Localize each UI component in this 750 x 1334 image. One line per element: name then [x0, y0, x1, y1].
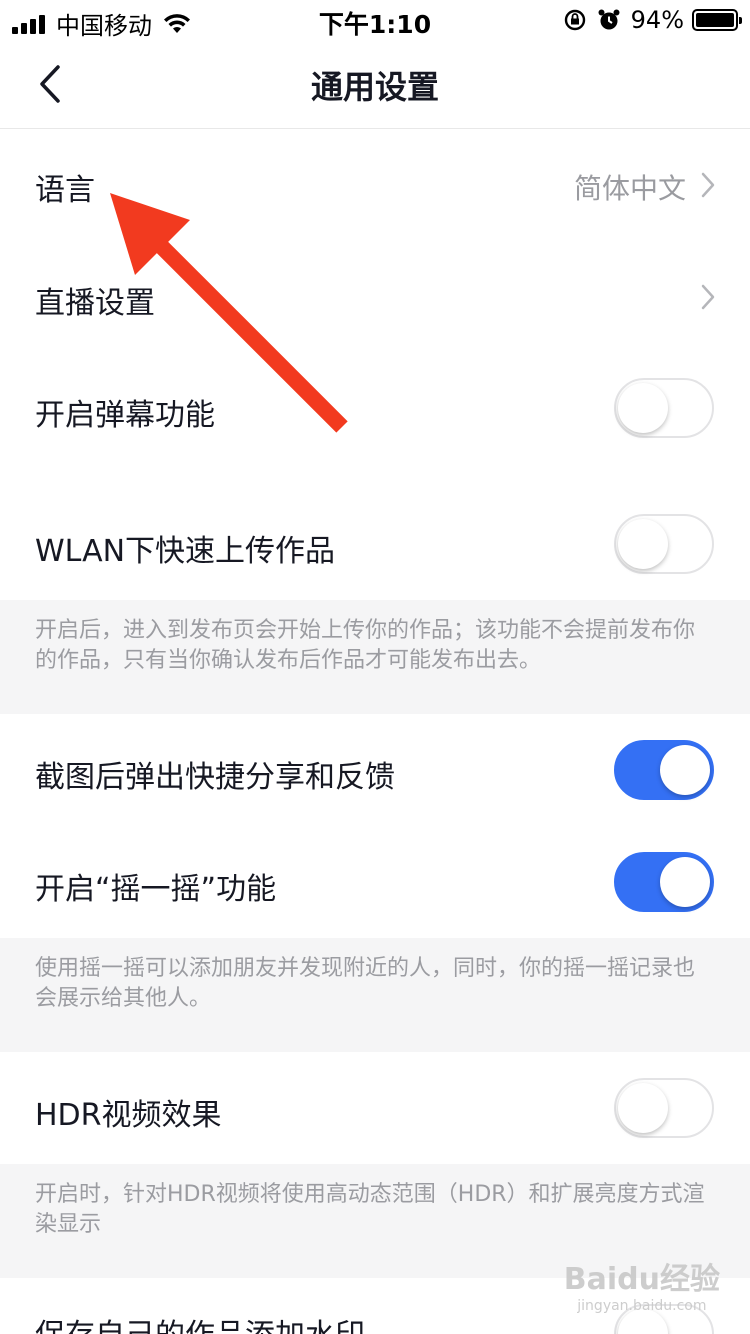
setting-label: WLAN下快速上传作品 — [35, 534, 336, 569]
danmaku-toggle[interactable] — [614, 378, 714, 438]
watermark-url: jingyan.baidu.com — [577, 1298, 707, 1314]
language-value: 简体中文 — [573, 172, 686, 205]
setting-row-shake: 开启“摇一摇”功能 — [0, 826, 750, 938]
status-right: 94% — [563, 6, 742, 34]
wlan-note: 开启后，进入到发布页会开始上传你的作品；该功能不会提前发布你的作品，只有当你确认… — [0, 600, 750, 714]
setting-label: 截图后弹出快捷分享和反馈 — [35, 760, 395, 795]
baidu-watermark: Baidu经验 jingyan.baidu.com — [564, 1254, 720, 1314]
setting-row-wlan-upload: WLAN下快速上传作品 — [0, 464, 750, 600]
setting-label: 语言 — [35, 173, 95, 208]
nav-bar: 通用设置 — [0, 40, 750, 129]
screenshot-share-toggle[interactable] — [614, 740, 714, 800]
chevron-right-icon — [701, 172, 715, 198]
battery-percent: 94% — [630, 6, 684, 34]
annotation-arrow-icon — [110, 193, 348, 433]
setting-label: 保存自己的作品添加水印 — [35, 1310, 365, 1334]
chevron-right-icon — [701, 284, 715, 310]
status-bar: 中国移动 下午1:10 94% — [0, 0, 750, 40]
alarm-icon — [598, 9, 620, 30]
setting-row-screenshot-share: 截图后弹出快捷分享和反馈 — [0, 714, 750, 826]
battery-icon — [692, 9, 742, 31]
orientation-lock-icon — [564, 9, 585, 31]
shake-note: 使用摇一摇可以添加朋友并发现附近的人，同时，你的摇一摇记录也会展示给其他人。 — [0, 938, 750, 1052]
hdr-toggle[interactable] — [614, 1078, 714, 1138]
note-text: 开启后，进入到发布页会开始上传你的作品；该功能不会提前发布你的作品，只有当你确认… — [35, 618, 696, 673]
watermark-brand: Baidu经验 — [563, 1262, 720, 1297]
setting-label: 开启“摇一摇”功能 — [35, 872, 277, 907]
setting-row-hdr: HDR视频效果 — [0, 1052, 750, 1164]
wlan-upload-toggle[interactable] — [614, 514, 714, 574]
note-text: 使用摇一摇可以添加朋友并发现附近的人，同时，你的摇一摇记录也会展示给其他人。 — [35, 956, 696, 1011]
page-title: 通用设置 — [310, 68, 439, 106]
note-text: 开启时，针对HDR视频将使用高动态范围（HDR）和扩展亮度方式渲染显示 — [35, 1182, 705, 1237]
shake-toggle[interactable] — [614, 852, 714, 912]
setting-label: HDR视频效果 — [35, 1098, 222, 1133]
